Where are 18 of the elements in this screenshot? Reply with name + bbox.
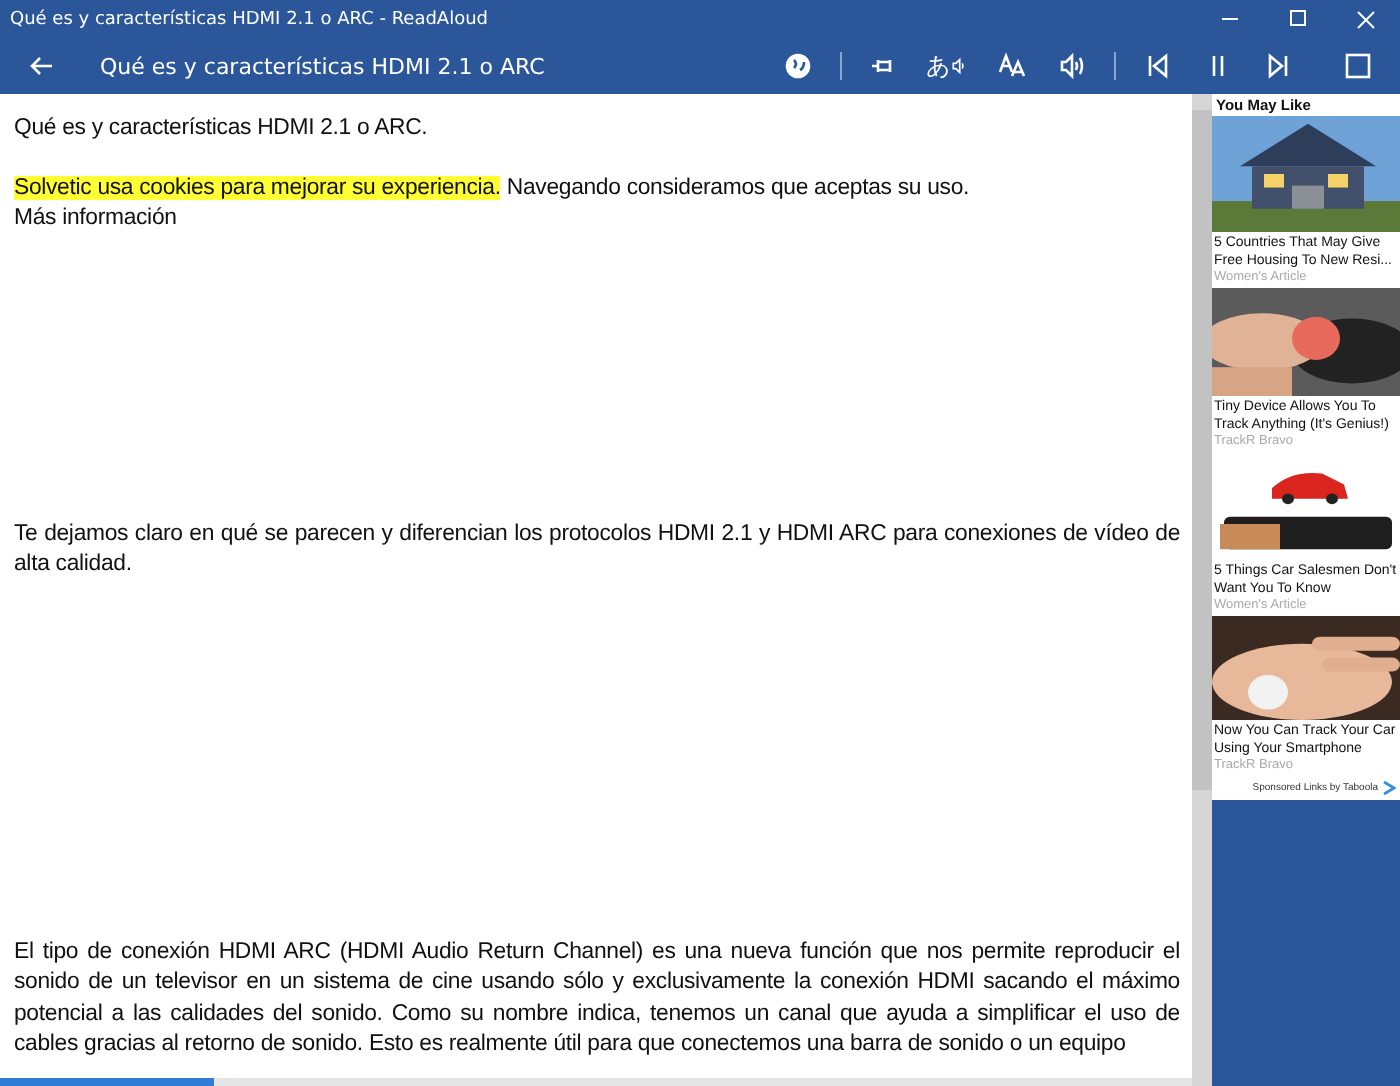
cookie-notice: Solvetic usa cookies para mejorar su experiencia. Navegando consideramos que aceptas su uso. (14, 173, 972, 203)
speaker-icon (952, 52, 970, 80)
square-icon (1344, 52, 1372, 80)
language-voice-button[interactable]: あ (914, 38, 982, 94)
more-info-link[interactable]: Más información (14, 204, 1180, 235)
skip-back-icon (1144, 52, 1172, 80)
window-title: Qué es y características HDMI 2.1 o ARC - ReadAloud (8, 9, 491, 29)
text-size-icon (998, 52, 1026, 80)
article-paragraph: Te dejamos claro en qué se parecen y diferencian los protocolos HDMI 2.1 y HDMI ARC para conexiones de vídeo de alta calidad. (14, 519, 1180, 580)
skip-forward-icon (1264, 52, 1292, 80)
article-toolbar-title: Qué es y características HDMI 2.1 o ARC (100, 53, 547, 79)
play-icon (1382, 780, 1396, 796)
speaker-icon (1058, 52, 1086, 80)
scrollbar[interactable] (1192, 94, 1212, 1086)
article-paragraph: El tipo de conexión HDMI ARC (HDMI Audio Return Channel) es una nueva función que nos permite reproducir el sonido de un televisor en un sistema de cine usando sólo y exclusivamente la conexión HDMI sacando el máximo potencial a las calidades del sonido. Como su nombre indica, tenemos un canal que ayuda a simplificar el uso de cables gracias al retorno de sonido. Esto es realmente útil para que conectemos una barra de sonido o un equipo (14, 937, 1180, 1060)
article-title: Qué es y características HDMI 2.1 o ARC. (14, 114, 430, 144)
globe-icon (784, 52, 812, 80)
back-arrow-icon (28, 52, 56, 80)
